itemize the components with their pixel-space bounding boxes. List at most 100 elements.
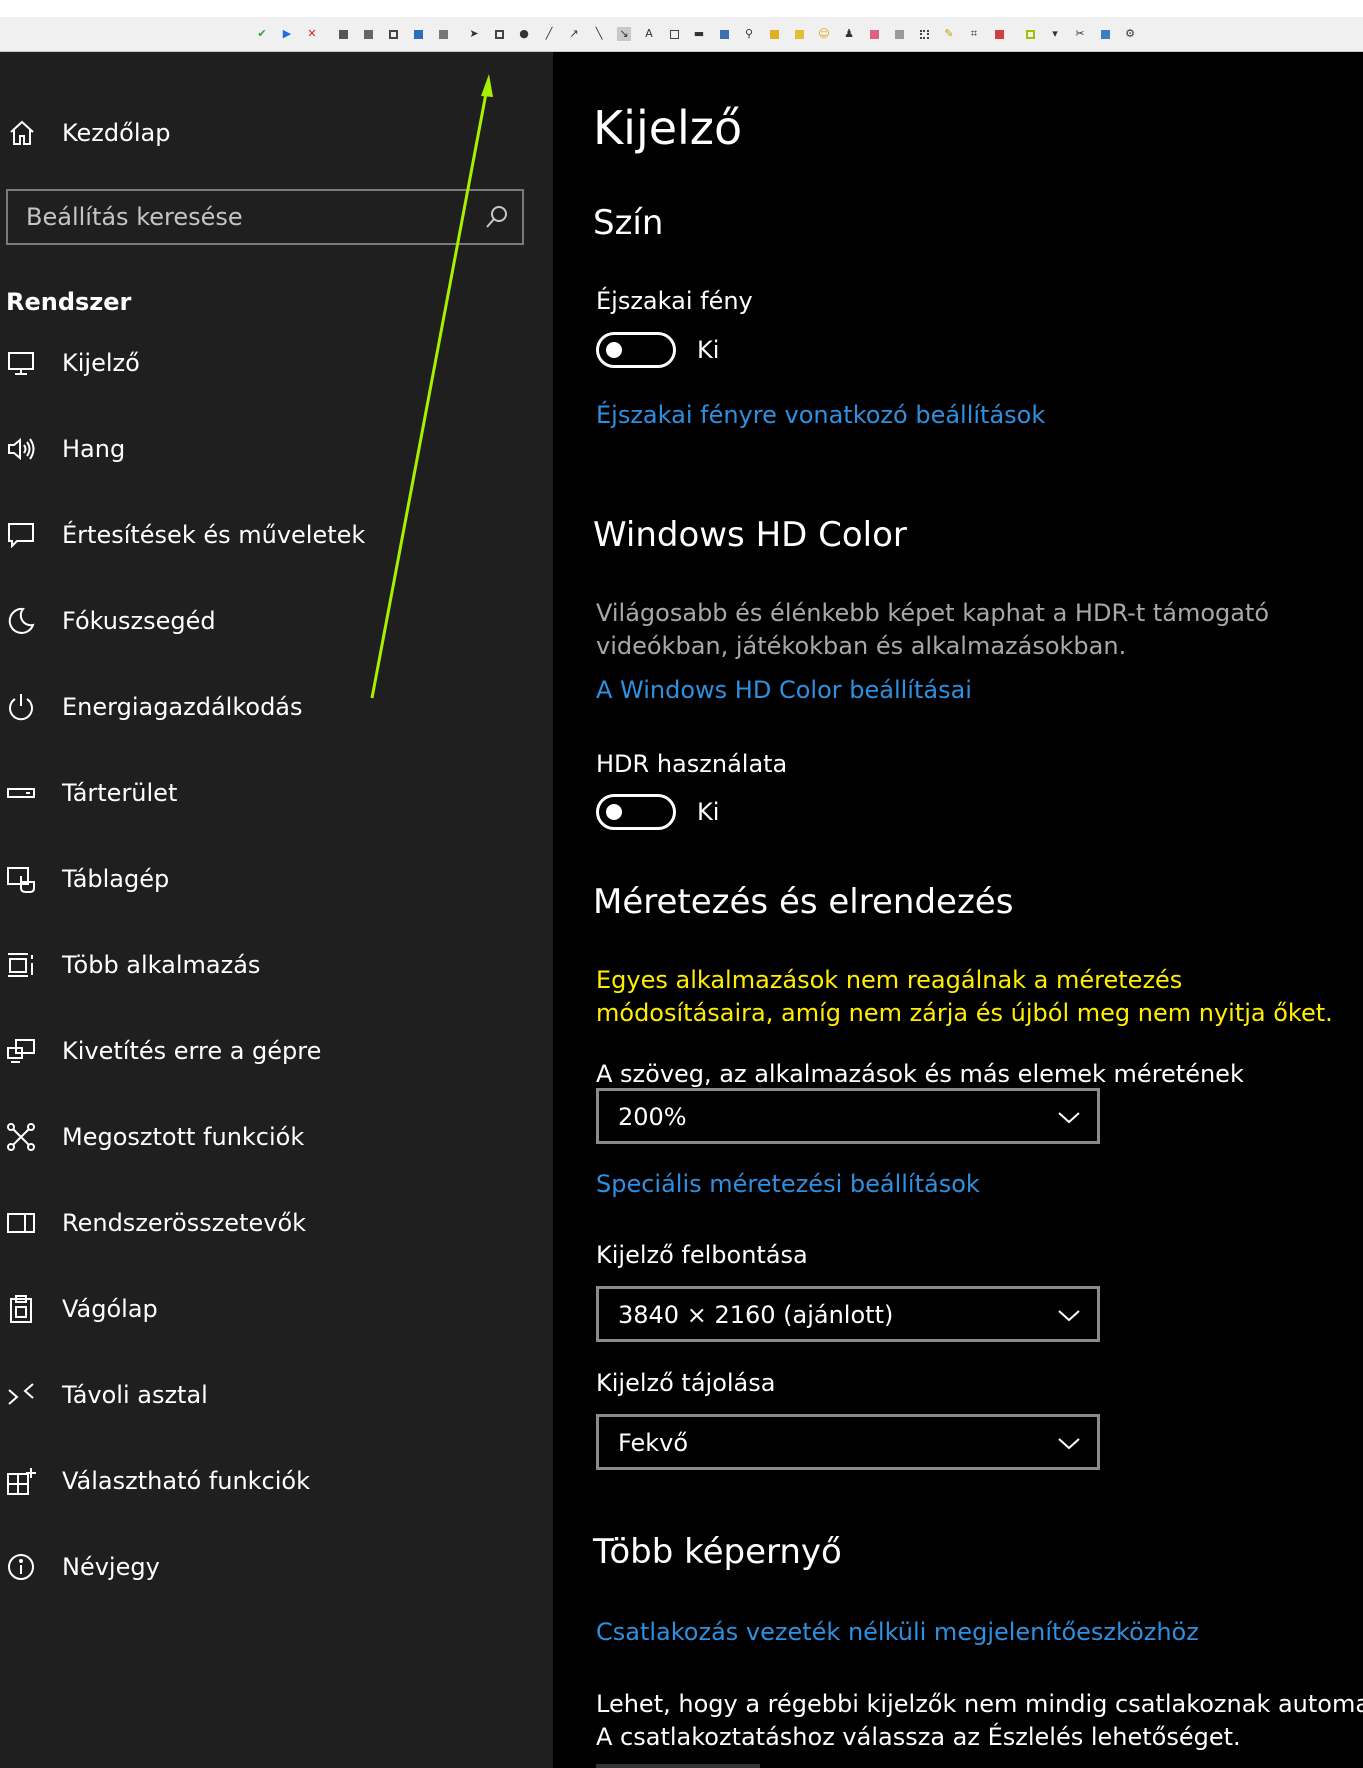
sticky-note-icon[interactable] xyxy=(792,27,806,41)
sidebar-item-power[interactable]: Energiagazdálkodás xyxy=(4,687,544,727)
sidebar-item-clipboard[interactable]: Vágólap xyxy=(4,1289,544,1329)
sidebar-item-label: Tárterület xyxy=(62,779,178,807)
line-diagonal-icon[interactable]: ╲ xyxy=(592,27,606,41)
use-hdr-label: HDR használata xyxy=(596,750,788,778)
save-as-icon[interactable] xyxy=(361,27,375,41)
effects-dropdown-icon[interactable]: ✂ xyxy=(1073,27,1087,41)
sidebar-item-storage[interactable]: Tárterület xyxy=(4,773,544,813)
sidebar-item-display[interactable]: Kijelző xyxy=(4,343,544,383)
note-tool-icon[interactable] xyxy=(767,27,781,41)
search-input[interactable] xyxy=(26,201,456,233)
clipboard-icon[interactable] xyxy=(386,27,400,41)
crop-icon[interactable]: ⌗ xyxy=(967,27,981,41)
sidebar-item-label: Rendszerösszetevők xyxy=(62,1209,307,1237)
border-color-icon[interactable] xyxy=(1023,27,1037,41)
chevron-down-icon xyxy=(1058,1438,1080,1450)
home-icon xyxy=(10,120,34,145)
sidebar-item-remote-desktop[interactable]: Távoli asztal xyxy=(4,1375,544,1415)
textbox-tool-icon[interactable] xyxy=(667,27,681,41)
flag-icon[interactable] xyxy=(992,27,1006,41)
line-tool-icon[interactable]: ╱ xyxy=(542,27,556,41)
sidebar-item-shared-experiences[interactable]: Megosztott funkciók xyxy=(4,1117,544,1157)
cursor-tool-icon[interactable]: ➤ xyxy=(467,27,481,41)
sidebar-item-sound[interactable]: Hang xyxy=(4,429,544,469)
sidebar-item-projecting[interactable]: Kivetítés erre a gépre xyxy=(4,1031,544,1071)
orientation-dropdown[interactable]: Fekvő xyxy=(596,1414,1100,1470)
sidebar-item-focus-assist[interactable]: Fókuszsegéd xyxy=(4,601,544,641)
orientation-value: Fekvő xyxy=(618,1429,689,1457)
sidebar-item-tablet[interactable]: Táblagép xyxy=(4,859,544,899)
shared-network-icon xyxy=(7,1123,35,1151)
page-title: Kijelző xyxy=(593,101,743,155)
wireless-display-link[interactable]: Csatlakozás vezeték nélküli megjelenítőe… xyxy=(596,1618,1199,1646)
upload-icon[interactable] xyxy=(411,27,425,41)
screen-dropdown-icon[interactable] xyxy=(1098,27,1112,41)
advanced-scaling-link[interactable]: Speciális méretezési beállítások xyxy=(596,1170,980,1198)
sidebar-item-about[interactable]: Névjegy xyxy=(4,1547,544,1587)
sidebar-item-label: Választható funkciók xyxy=(62,1467,311,1495)
resolution-value: 3840 × 2160 (ajánlott) xyxy=(618,1301,894,1329)
text-tool-icon[interactable]: A xyxy=(642,27,656,41)
sidebar-item-label: Kivetítés erre a gépre xyxy=(62,1037,322,1065)
moon-icon xyxy=(8,607,35,634)
home-nav-item[interactable]: Kezdőlap xyxy=(8,118,170,148)
notification-bubble-icon xyxy=(8,523,34,549)
arrow-tool-icon[interactable]: ↗ xyxy=(567,27,581,41)
power-icon xyxy=(9,694,33,721)
storage-drive-icon xyxy=(7,788,35,798)
emoji-icon[interactable]: ☺ xyxy=(817,27,831,41)
tablet-touch-icon xyxy=(7,867,35,893)
sidebar-item-notifications[interactable]: Értesítések és műveletek xyxy=(4,515,544,555)
settings-search-box[interactable] xyxy=(6,189,524,245)
sidebar-item-label: Megosztott funkciók xyxy=(62,1123,305,1151)
speech-bubble-icon[interactable]: ▬ xyxy=(692,27,706,41)
sidebar-item-label: Fókuszsegéd xyxy=(62,607,216,635)
counter-tool-icon[interactable] xyxy=(717,27,731,41)
speaker-icon xyxy=(8,437,35,461)
components-window-icon xyxy=(7,1213,35,1233)
use-hdr-toggle[interactable] xyxy=(596,794,676,830)
color-heading: Szín xyxy=(593,203,664,243)
resolution-dropdown[interactable]: 3840 × 2160 (ajánlott) xyxy=(596,1286,1100,1342)
play-arrow-icon[interactable]: ▶ xyxy=(280,27,294,41)
blur-icon[interactable] xyxy=(892,27,906,41)
search-icon[interactable] xyxy=(484,204,510,230)
pixelate-icon[interactable] xyxy=(917,27,931,41)
sidebar-item-multitasking[interactable]: Több alkalmazás xyxy=(4,945,544,985)
hd-color-description: Világosabb és élénkebb képet kaphat a HD… xyxy=(596,599,1270,660)
chevron-down-icon xyxy=(1058,1112,1080,1124)
save-icon[interactable] xyxy=(336,27,350,41)
stamp-icon[interactable]: ♟ xyxy=(842,27,856,41)
night-light-label: Éjszakai fény xyxy=(596,287,753,315)
night-light-toggle[interactable] xyxy=(596,332,676,368)
cancel-x-icon[interactable]: ✕ xyxy=(305,27,319,41)
hd-color-settings-link[interactable]: A Windows HD Color beállításai xyxy=(596,676,972,704)
arrow-selected-tool-icon[interactable]: ↘ xyxy=(617,27,631,41)
fill-dropdown-icon[interactable]: ▾ xyxy=(1048,27,1062,41)
scale-dropdown[interactable]: 200% xyxy=(596,1088,1100,1144)
detect-note-line2: A csatlakoztatáshoz válassza az Észlelés… xyxy=(596,1723,1241,1751)
clipboard-icon xyxy=(10,1295,32,1323)
sidebar-item-optional-features[interactable]: Választható funkciók xyxy=(4,1461,544,1501)
settings-sidebar: Kezdőlap Rendszer Kijelző Hang Értesítés… xyxy=(0,52,553,1768)
ellipse-tool-icon[interactable]: ● xyxy=(517,27,531,41)
sidebar-item-system-components[interactable]: Rendszerösszetevők xyxy=(4,1203,544,1243)
magnifier-icon[interactable]: ⚲ xyxy=(742,27,756,41)
scale-warning-text: Egyes alkalmazások nem reagálnak a méret… xyxy=(596,966,1333,1027)
detect-button[interactable] xyxy=(596,1764,760,1768)
multitasking-icon xyxy=(8,953,33,977)
print-icon[interactable] xyxy=(436,27,450,41)
rectangle-tool-icon[interactable] xyxy=(492,27,506,41)
projection-icon xyxy=(7,1039,35,1063)
scale-layout-heading: Méretezés és elrendezés xyxy=(593,882,1014,922)
night-light-settings-link[interactable]: Éjszakai fényre vonatkozó beállítások xyxy=(596,401,1045,429)
toggle-knob xyxy=(606,804,622,820)
monitor-icon xyxy=(8,352,34,375)
sidebar-item-label: Energiagazdálkodás xyxy=(62,693,303,721)
settings-gear-icon[interactable]: ⚙ xyxy=(1123,27,1137,41)
highlighter-icon[interactable]: ✎ xyxy=(942,27,956,41)
confirm-check-icon[interactable]: ✔ xyxy=(255,27,269,41)
eraser-icon[interactable] xyxy=(867,27,881,41)
home-label: Kezdőlap xyxy=(62,119,171,147)
annotation-toolbar: ✔ ▶ ✕ ➤ ● ╱ ↗ ╲ ↘ A ▬ ⚲ ☺ ♟ ✎ ⌗ ▾ ✂ ⚙ xyxy=(0,17,1363,52)
